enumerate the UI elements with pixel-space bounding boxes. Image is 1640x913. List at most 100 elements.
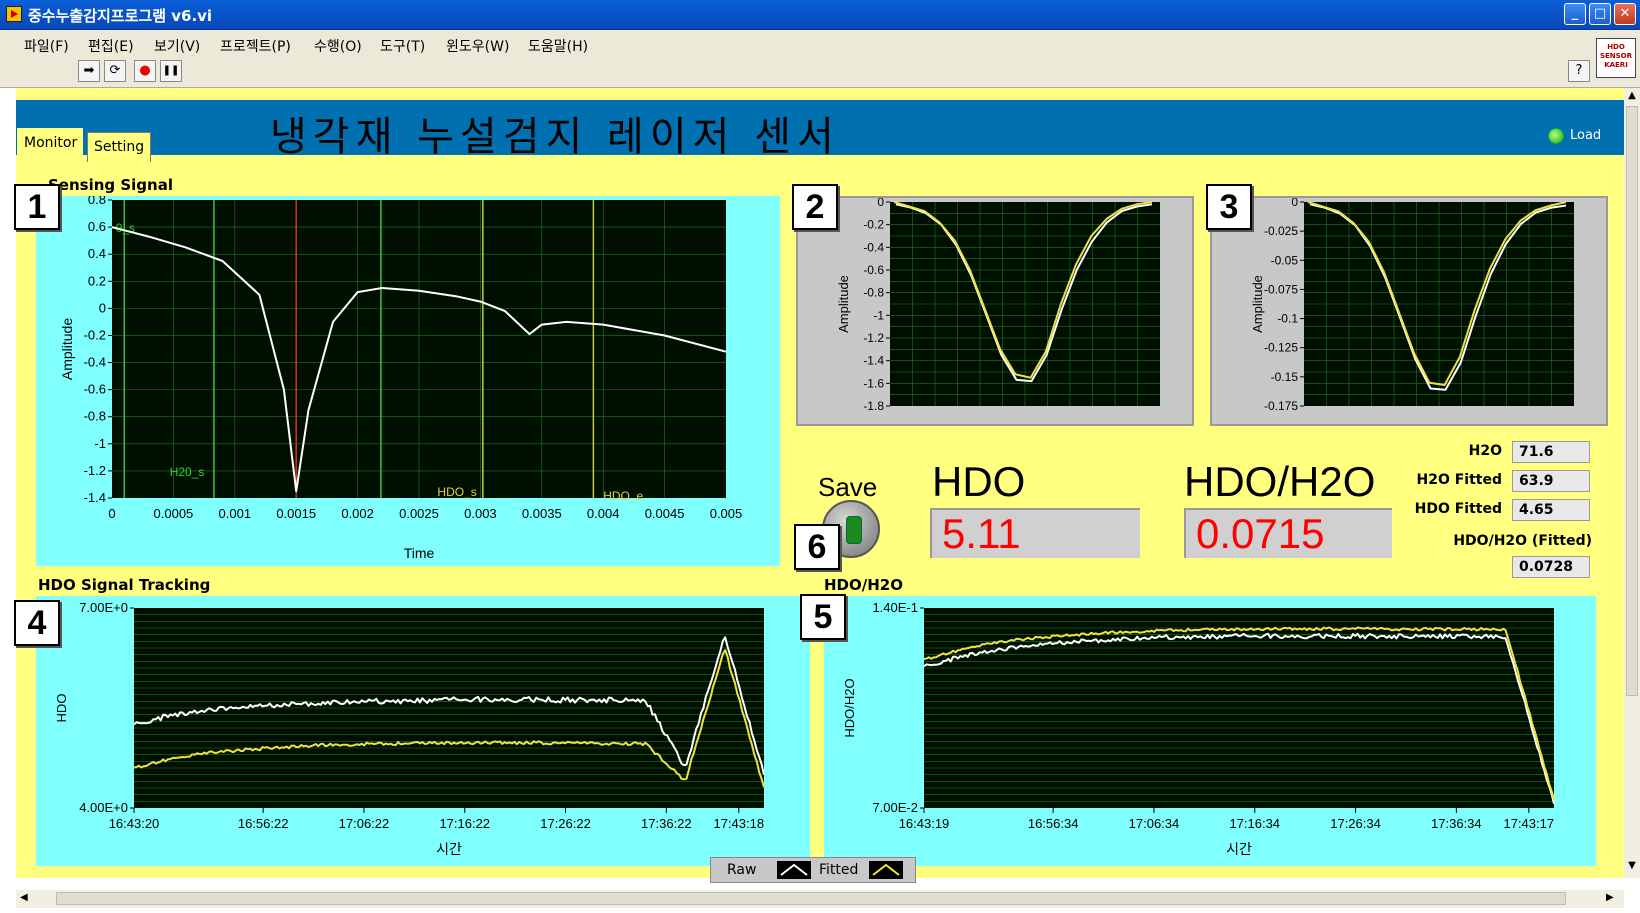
x-tick-label: 0.003 (464, 506, 497, 521)
menu-window[interactable]: 윈도우(W) (446, 36, 509, 56)
page-title: 냉각재 누설검지 레이저 센서 (270, 114, 840, 160)
marker-5: 5 (800, 594, 846, 640)
menu-operate[interactable]: 수행(O) (314, 36, 362, 56)
scroll-right-icon[interactable]: ▶ (1606, 892, 1614, 903)
tab-monitor[interactable]: Monitor (17, 128, 83, 158)
x-axis-label: 시간 (1226, 841, 1252, 857)
marker-6: 6 (794, 524, 840, 570)
scroll-left-icon[interactable]: ◀ (20, 892, 28, 903)
x-axis-label: Time (404, 545, 435, 561)
x-tick-label: 17:16:34 (1229, 816, 1280, 831)
x-tick-label: 0.002 (341, 506, 374, 521)
horizontal-scroll-thumb[interactable] (56, 892, 1566, 905)
pause-icon[interactable]: ❚❚ (160, 60, 182, 82)
ratio-tracking-plot: 1.40E-1 7.00E-216:43:19 16:56:34 17:06:34 17… (842, 600, 1555, 857)
h2o-fit-plot: 0 -0.2 -0.4 -0.6 -0.8 -1 -1.2 -1.4 -1.6 -1.8 Ampli… (836, 195, 1160, 413)
y-tick-label: 1.40E-1 (872, 600, 918, 615)
y-axis-label: HDO (54, 694, 69, 723)
save-label: Save (818, 472, 878, 502)
x-tick-label: 0.0025 (399, 506, 439, 521)
close-button[interactable]: ✕ (1614, 3, 1636, 25)
y-tick-label: -1 (873, 308, 884, 322)
ratio-readout-value: 0.0715 (1184, 508, 1392, 558)
marker-2: 2 (792, 184, 838, 230)
hdo-fitted-label: HDO Fitted (1414, 501, 1502, 517)
y-tick-label: 0 (877, 198, 884, 209)
cursor-label: H20_s (170, 465, 205, 479)
y-axis-label: Amplitude (1250, 275, 1265, 333)
window-titlebar[interactable]: 중수누출감지프로그램 v6.vi _ □ ✕ (0, 0, 1640, 30)
y-tick-label: -1.2 (863, 331, 884, 345)
y-tick-label: 7.00E-2 (872, 800, 918, 815)
cursor-label: HDO_e (603, 489, 643, 503)
y-tick-label: 0 (1291, 198, 1298, 209)
h2o-fitted-label: H2O Fitted (1416, 472, 1503, 488)
x-tick-label: 17:06:22 (339, 816, 390, 831)
y-tick-label: -0.2 (863, 218, 884, 232)
window-title: 중수누출감지프로그램 v6.vi (28, 7, 213, 25)
vertical-scrollbar[interactable]: ▲ ▼ (1624, 88, 1640, 878)
y-tick-label: -0.8 (84, 409, 106, 424)
y-tick-label: -0.125 (1264, 341, 1298, 355)
x-tick-label: 17:36:34 (1431, 816, 1482, 831)
x-tick-label: 0.0035 (522, 506, 562, 521)
run-continuously-icon[interactable]: ⟳ (104, 60, 126, 82)
trace-legend: Raw Fitted (710, 857, 916, 883)
context-help-icon[interactable]: ? (1568, 60, 1590, 82)
hdo-tracking-plot: 7.00E+0 4.00E+016:43:20 16:56:22 17:06:22 17… (54, 600, 765, 857)
menu-view[interactable]: 보기(V) (154, 36, 200, 56)
hdo-readout-value: 5.11 (930, 508, 1140, 558)
tab-setting[interactable]: Setting (87, 132, 151, 162)
marker-1: 1 (14, 184, 60, 230)
abort-icon[interactable]: ● (134, 60, 156, 82)
marker-4: 4 (14, 600, 60, 646)
sensing-signal-graph[interactable]: H20_s HDO_s HDO_e 0_s 0.8 0.6 0.4 0.2 0 -0.2 -0.4-… (36, 192, 780, 566)
x-tick-label: 16:43:19 (899, 816, 950, 831)
hdo-tracking-graph[interactable]: 7.00E+0 4.00E+0 16:43:20 16:56:22 17:06:22 17… (36, 596, 810, 866)
h2o-fit-graph[interactable]: 0 -0.2 -0.4 -0.6 -0.8 -1 -1.2 -1.4 -1.6 -1.8 Ampli… (796, 195, 1194, 426)
x-tick-label: 0.0015 (276, 506, 316, 521)
x-tick-label: 16:56:22 (238, 816, 289, 831)
menu-file[interactable]: 파일(F) (24, 36, 69, 56)
h2o-fitted-value: 63.9 (1512, 470, 1590, 492)
x-tick-label: 17:06:34 (1129, 816, 1180, 831)
y-tick-label: 7.00E+0 (79, 600, 128, 615)
x-tick-label: 17:36:22 (641, 816, 692, 831)
y-tick-label: -0.2 (84, 327, 106, 342)
menu-project[interactable]: 프로젝트(P) (220, 36, 291, 56)
x-tick-label: 17:16:22 (439, 816, 490, 831)
y-tick-label: 0.8 (88, 196, 106, 207)
x-axis-label: 시간 (436, 841, 462, 857)
h2o-label: H2O (1468, 443, 1502, 459)
x-tick-label: 17:43:18 (713, 816, 764, 831)
y-tick-label: 0.6 (88, 219, 106, 234)
scroll-down-icon[interactable]: ▼ (1626, 860, 1638, 874)
brand-line: KAERI (1604, 61, 1628, 69)
ratio-readout-title: HDO/H2O (1184, 458, 1376, 505)
menu-bar: 파일(F) 편집(E) 보기(V) 프로젝트(P) 수행(O) 도구(T) 윈도… (0, 30, 1640, 58)
vertical-scroll-thumb[interactable] (1626, 106, 1638, 696)
y-tick-label: -0.175 (1264, 399, 1298, 413)
ratio-tracking-graph[interactable]: 1.40E-1 7.00E-2 16:43:19 16:56:34 17:06:34 17… (824, 596, 1596, 866)
hdo-fit-plot: 0 -0.025 -0.05 -0.075 -0.1 -0.125 -0.15 -0.175 A… (1250, 195, 1574, 413)
y-tick-label: -0.4 (863, 240, 884, 254)
horizontal-scrollbar[interactable]: ◀ ▶ (16, 890, 1624, 908)
minimize-button[interactable]: _ (1564, 3, 1586, 25)
maximize-button[interactable]: □ (1589, 3, 1611, 25)
y-tick-label: -0.4 (84, 355, 106, 370)
y-tick-label: -0.075 (1264, 282, 1298, 296)
run-arrow-icon[interactable]: ➡ (78, 60, 100, 82)
y-tick-label: 4.00E+0 (79, 800, 128, 815)
menu-help[interactable]: 도움말(H) (528, 36, 588, 56)
labview-app-icon (6, 6, 22, 22)
hdo-fitted-value: 4.65 (1512, 499, 1590, 521)
legend-raw-label: Raw (727, 862, 757, 878)
ratio-fitted-value: 0.0728 (1512, 556, 1590, 578)
brand-line: HDO (1607, 43, 1625, 51)
x-tick-label: 16:43:20 (109, 816, 160, 831)
scroll-up-icon[interactable]: ▲ (1626, 90, 1638, 104)
menu-edit[interactable]: 편집(E) (88, 36, 134, 56)
y-tick-label: 0.4 (88, 246, 106, 261)
menu-tools[interactable]: 도구(T) (380, 36, 425, 56)
hdo-fit-graph[interactable]: 0 -0.025 -0.05 -0.075 -0.1 -0.125 -0.15 -0.175 A… (1210, 195, 1608, 426)
